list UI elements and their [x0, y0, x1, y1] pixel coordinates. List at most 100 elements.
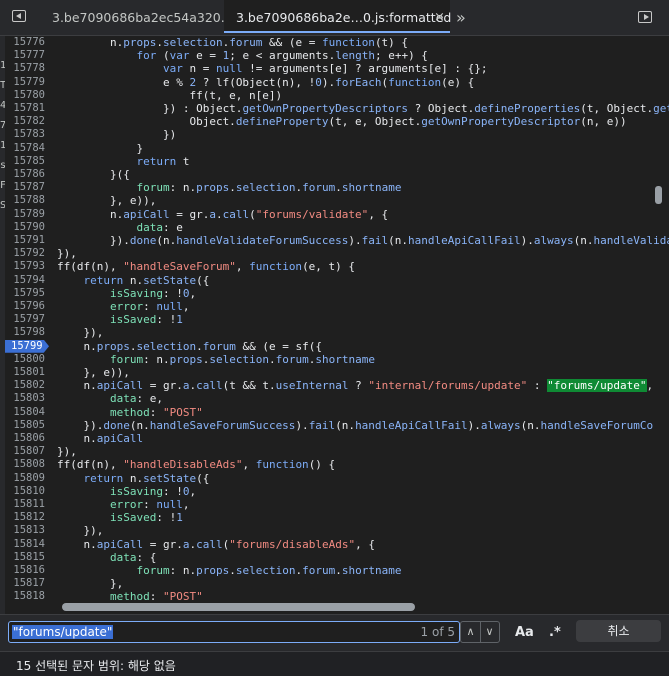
code-text: ff(df(n), "handleSaveForum", function(e,…	[57, 260, 356, 274]
code-line: 15780 ff(t, e, n[e])	[0, 89, 669, 102]
code-line: 15778 var n = null != arguments[e] ? arg…	[0, 62, 669, 75]
tab-source-file[interactable]: 3.be7090686ba2ec54a320.js	[40, 0, 235, 35]
line-number[interactable]: 15777	[5, 49, 45, 62]
line-number[interactable]: 15803	[5, 392, 45, 405]
horizontal-scrollbar[interactable]	[62, 603, 415, 611]
code-text: n.apiCall = gr.a.call("forums/validate",…	[57, 207, 389, 221]
next-match-button[interactable]: ∨	[480, 622, 499, 642]
line-number[interactable]: 15796	[5, 300, 45, 313]
code-line: 15777 for (var e = 1; e < arguments.leng…	[0, 49, 669, 62]
tab-formatted-file[interactable]: 3.be7090686ba2e…0.js:formatted	[224, 0, 451, 33]
line-number[interactable]: 15805	[5, 419, 45, 432]
line-number[interactable]: 15784	[5, 142, 45, 155]
line-number[interactable]: 15804	[5, 406, 45, 419]
line-number[interactable]: 15788	[5, 194, 45, 207]
code-line: 15781 }) : Object.getOwnPropertyDescript…	[0, 102, 669, 115]
line-number[interactable]: 15782	[5, 115, 45, 128]
code-line: 15784 }	[0, 142, 669, 155]
code-text: }),	[57, 326, 104, 340]
more-tabs-icon[interactable]: »	[456, 0, 466, 35]
code-text: n.apiCall = gr.a.call("forums/disableAds…	[57, 537, 375, 551]
code-line: 15813 }),	[0, 524, 669, 537]
line-number[interactable]: 15818	[5, 590, 45, 603]
toggle-navigator-icon[interactable]	[12, 10, 26, 22]
editor-tab-bar: 3.be7090686ba2ec54a320.js 3.be7090686ba2…	[0, 0, 669, 36]
line-number[interactable]: 15816	[5, 564, 45, 577]
match-count: 1 of 5	[420, 625, 455, 639]
search-bar: "forums/update" 1 of 5 ∧ ∨ Aa .* 취소	[0, 614, 669, 651]
line-number[interactable]: 15815	[5, 551, 45, 564]
line-number[interactable]: 15779	[5, 76, 45, 89]
match-case-button[interactable]: Aa	[515, 625, 534, 640]
code-text: ff(df(n), "handleDisableAds", function()…	[57, 458, 336, 472]
line-number[interactable]: 15806	[5, 432, 45, 445]
cancel-button[interactable]: 취소	[576, 620, 661, 642]
match-navigation: ∧ ∨	[460, 621, 500, 643]
code-editor[interactable]: 17T471sFS 15776 n.props.selection.forum …	[0, 36, 669, 614]
code-line: 15814 n.apiCall = gr.a.call("forums/disa…	[0, 538, 669, 551]
line-number[interactable]: 15790	[5, 221, 45, 234]
line-number[interactable]: 15781	[5, 102, 45, 115]
line-number[interactable]: 15783	[5, 128, 45, 141]
code-line: 15779 e % 2 ? lf(Object(n), !0).forEach(…	[0, 76, 669, 89]
previous-match-button[interactable]: ∧	[461, 622, 481, 642]
toggle-debugger-icon[interactable]	[638, 11, 652, 23]
code-line: 15811 error: null,	[0, 498, 669, 511]
code-line: 15809 return n.setState({	[0, 472, 669, 485]
line-number[interactable]: 15786	[5, 168, 45, 181]
code-line: 15788 }, e)),	[0, 194, 669, 207]
line-number[interactable]: 15801	[5, 366, 45, 379]
code-line: 15812 isSaved: !1	[0, 511, 669, 524]
code-text: n.apiCall	[57, 432, 144, 445]
line-number[interactable]: 15792	[5, 247, 45, 260]
code-line: 15818 method: "POST"	[0, 590, 669, 603]
code-text: })	[57, 128, 177, 142]
line-number[interactable]: 15802	[5, 379, 45, 392]
code-line: 15799 n.props.selection.forum && (e = sf…	[0, 339, 669, 353]
line-number[interactable]: 15812	[5, 511, 45, 524]
line-number[interactable]: 15776	[5, 36, 45, 49]
code-text: }, e)),	[57, 366, 130, 379]
line-number[interactable]: 15817	[5, 577, 45, 590]
code-line: 15785 return t	[0, 155, 669, 168]
line-number[interactable]: 15813	[5, 524, 45, 537]
search-query: "forums/update"	[12, 625, 114, 639]
code-text: error: null,	[109, 498, 190, 511]
code-text: }({	[57, 168, 130, 181]
line-number[interactable]: 15793	[5, 260, 45, 273]
line-number[interactable]: 15798	[5, 326, 45, 339]
regex-button[interactable]: .*	[549, 625, 561, 640]
line-number[interactable]: 15780	[5, 89, 45, 102]
line-number[interactable]: 15794	[5, 274, 45, 287]
code-line: 15783 })	[0, 128, 669, 141]
code-text: }	[57, 141, 144, 155]
line-number[interactable]: 15785	[5, 155, 45, 168]
code-line: 15795 isSaving: !0,	[0, 287, 669, 300]
search-input[interactable]: "forums/update" 1 of 5	[8, 621, 460, 643]
code-text: data: {	[109, 550, 157, 564]
code-line: 15815 data: {	[0, 551, 669, 564]
line-number[interactable]: 15814	[5, 538, 45, 551]
line-number[interactable]: 15778	[5, 62, 45, 75]
line-number[interactable]: 15810	[5, 485, 45, 498]
line-number[interactable]: 15807	[5, 445, 45, 458]
close-tab-icon[interactable]: ×	[434, 0, 445, 35]
line-number[interactable]: 15800	[5, 353, 45, 366]
code-line: 15798 }),	[0, 326, 669, 339]
line-number[interactable]: 15795	[5, 287, 45, 300]
code-text: }),	[57, 524, 104, 538]
code-text: isSaving: !0,	[109, 286, 197, 300]
code-line: 15787 forum: n.props.selection.forum.sho…	[0, 181, 669, 194]
line-number[interactable]: 15791	[5, 234, 45, 247]
breakpoint-line-number[interactable]: 15799	[5, 339, 49, 353]
line-number[interactable]: 15808	[5, 458, 45, 471]
code-line: 15806 n.apiCall	[0, 432, 669, 445]
line-number[interactable]: 15789	[5, 208, 45, 221]
code-text: Object.defineProperty(t, e, Object.getOw…	[57, 115, 627, 129]
line-number[interactable]: 15787	[5, 181, 45, 194]
line-number[interactable]: 15809	[5, 472, 45, 485]
line-number[interactable]: 15797	[5, 313, 45, 326]
vertical-scrollbar[interactable]	[655, 186, 662, 204]
code-line: 15790 data: e	[0, 221, 669, 234]
line-number[interactable]: 15811	[5, 498, 45, 511]
